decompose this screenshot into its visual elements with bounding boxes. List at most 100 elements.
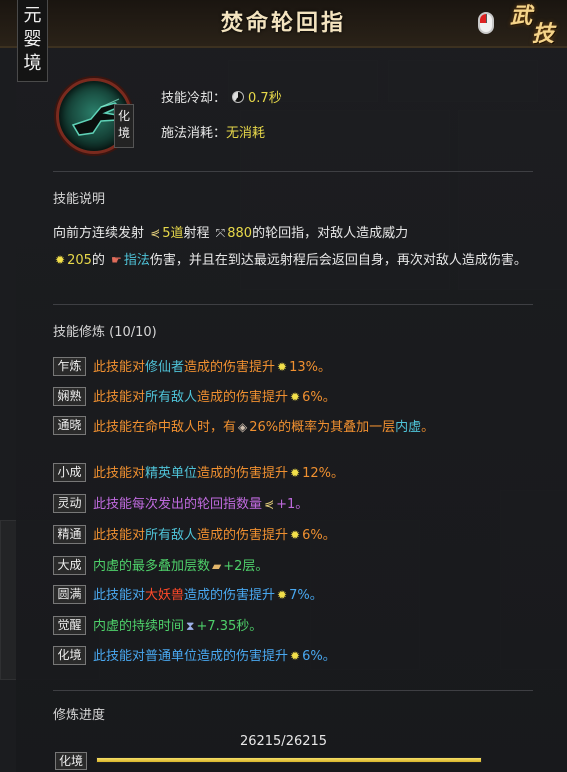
badge-char-1: 武 bbox=[510, 3, 533, 29]
paper-icon: ▰ bbox=[212, 559, 222, 573]
training-effect-text: 此技能对修仙者造成的伤害提升 ✹ 13%。 bbox=[93, 357, 538, 378]
training-title: 技能修炼 (10/10) bbox=[53, 325, 157, 340]
effect-text: 此技能对 bbox=[93, 360, 146, 375]
sun-icon: ✹ bbox=[290, 649, 301, 663]
desc-count: 5道 bbox=[162, 226, 184, 241]
cooldown-value: 0.7秒 bbox=[248, 91, 282, 106]
effect-target: 大妖兽 bbox=[145, 588, 185, 603]
training-effect-text: 内虚的持续时间 ⧗ +7.35秒。 bbox=[93, 616, 538, 637]
effect-text: 。 bbox=[421, 420, 435, 435]
training-tier-tag: 觉醒 bbox=[53, 616, 86, 635]
wuji-badge: 武 技 bbox=[504, 2, 564, 48]
effect-text: 此技能对 bbox=[93, 649, 146, 664]
training-effect-text: 此技能对大妖兽造成的伤害提升 ✹ 7%。 bbox=[93, 585, 538, 606]
divider bbox=[53, 304, 533, 305]
progress-title: 修炼进度 bbox=[53, 708, 106, 723]
training-tier-tag: 精通 bbox=[53, 525, 86, 544]
divider bbox=[53, 690, 533, 691]
progress-bar bbox=[96, 757, 482, 763]
training-tier-tag: 乍炼 bbox=[53, 357, 86, 376]
effect-text: 造成的伤害提升 bbox=[184, 588, 276, 603]
cooldown-row: 技能冷却： 0.7秒 bbox=[161, 87, 282, 106]
sun-icon: ✹ bbox=[290, 528, 301, 542]
progress-bar-fill bbox=[97, 758, 481, 762]
range-icon: ⤧ bbox=[215, 226, 226, 240]
skill-realm-tag: 化境 bbox=[114, 104, 134, 148]
training-effect-text: 此技能对所有敌人造成的伤害提升 ✹ 6%。 bbox=[93, 387, 538, 408]
training-tier-tag: 娴熟 bbox=[53, 387, 86, 406]
divider bbox=[53, 171, 533, 172]
description-title: 技能说明 bbox=[53, 192, 106, 207]
desc-text: 射程 bbox=[183, 226, 210, 241]
desc-power: 205 bbox=[67, 253, 92, 268]
effect-target: 修仙者 bbox=[145, 360, 185, 375]
effect-value: 6%。 bbox=[302, 649, 336, 664]
training-tier-tag: 灵动 bbox=[53, 494, 86, 513]
desc-text: 伤害，并且在到达最远射程后会返回自身，再次对敌人造成伤害。 bbox=[149, 253, 527, 268]
badge-char-2: 技 bbox=[532, 21, 555, 47]
training-effect-text: 此技能在命中敌人时，有 ◈ 26%的概率为其叠加一层内虚。 bbox=[93, 416, 538, 439]
effect-value: 7%。 bbox=[289, 588, 323, 603]
training-effect-text: 此技能对所有敌人造成的伤害提升 ✹ 6%。 bbox=[93, 525, 538, 546]
effect-text: 此技能对 bbox=[93, 390, 146, 405]
cost-value: 无消耗 bbox=[226, 126, 266, 141]
progress-realm-tag: 化境 bbox=[55, 752, 87, 770]
training-tier-tag: 通晓 bbox=[53, 416, 86, 435]
effect-value: 12%。 bbox=[302, 466, 345, 481]
training-tier-tag: 大成 bbox=[53, 556, 86, 575]
progress-value: 26215/26215 bbox=[239, 734, 328, 749]
cost-row: 施法消耗：无消耗 bbox=[161, 122, 265, 141]
cooldown-label: 技能冷却： bbox=[161, 91, 227, 106]
effect-text: 此技能对 bbox=[93, 588, 146, 603]
effect-text: 此技能对 bbox=[93, 466, 146, 481]
training-effect-text: 此技能对普通单位造成的伤害提升 ✹ 6%。 bbox=[93, 646, 538, 667]
effect-text: 此技能在命中敌人时，有 bbox=[93, 420, 237, 435]
effect-value: 26%的概率为其叠加一层 bbox=[249, 420, 396, 435]
tooltip-header: 焚命轮回指 武 技 bbox=[0, 0, 567, 48]
sun-icon: ✹ bbox=[290, 390, 301, 404]
effect-target: 所有敌人 bbox=[145, 390, 198, 405]
effect-text: 造成的伤害提升 bbox=[197, 390, 289, 405]
finger-icon: ☛ bbox=[111, 253, 122, 267]
training-tier-tag: 小成 bbox=[53, 463, 86, 482]
training-effect-text: 此技能每次发出的轮回指数量 ⋞ +1。 bbox=[93, 494, 538, 515]
sun-icon: ✹ bbox=[277, 588, 288, 602]
desc-damage-type: 指法 bbox=[123, 253, 150, 268]
effect-target: 内虚 bbox=[395, 420, 422, 435]
effect-text: 造成的伤害提升 bbox=[197, 649, 289, 664]
training-effect-text: 此技能对精英单位造成的伤害提升 ✹ 12%。 bbox=[93, 463, 538, 484]
desc-text: 向前方连续发射 bbox=[53, 226, 145, 241]
desc-text: 的 bbox=[91, 253, 105, 268]
effect-value: +2层。 bbox=[223, 559, 269, 574]
stone-icon: ◈ bbox=[238, 420, 248, 434]
effect-value: +7.35秒。 bbox=[196, 619, 263, 634]
effect-value: 6%。 bbox=[302, 528, 336, 543]
realm-char: 元 bbox=[23, 5, 42, 26]
effect-value: 13%。 bbox=[289, 360, 332, 375]
effect-text: 此技能每次发出的轮回指数量 bbox=[93, 497, 263, 512]
effect-target: 所有敌人 bbox=[145, 528, 198, 543]
effect-text: 内虚的最多叠加层数 bbox=[93, 559, 211, 574]
sun-icon: ✹ bbox=[277, 360, 288, 374]
realm-char: 境 bbox=[23, 53, 42, 74]
effect-text: 此技能对 bbox=[93, 528, 146, 543]
effect-text: 内虚的持续时间 bbox=[93, 619, 185, 634]
realm-tag: 元 婴 境 bbox=[17, 0, 48, 82]
effect-target: 普通单位 bbox=[145, 649, 198, 664]
training-tier-tag: 化境 bbox=[53, 646, 86, 665]
projectile-icon: ⋞ bbox=[150, 226, 161, 240]
effect-text: 造成的伤害提升 bbox=[197, 466, 289, 481]
sun-icon: ✹ bbox=[290, 466, 301, 480]
effect-text: 造成的伤害提升 bbox=[184, 360, 276, 375]
desc-text: 的轮回指，对敌人造成威力 bbox=[252, 226, 409, 241]
training-tier-tag: 圆满 bbox=[53, 585, 86, 604]
mouse-left-click-icon bbox=[478, 12, 494, 34]
skill-description: 向前方连续发射 ⋞ 5道射程 ⤧ 880的轮回指，对敌人造成威力 ✹ 205的 ☛ 指法… bbox=[53, 220, 543, 274]
realm-char: 婴 bbox=[23, 29, 42, 50]
effect-value: +1。 bbox=[276, 497, 309, 512]
hourglass-icon: ⧗ bbox=[186, 619, 195, 633]
desc-range: 880 bbox=[227, 226, 253, 241]
training-effect-text: 内虚的最多叠加层数 ▰ +2层。 bbox=[93, 556, 538, 577]
effect-text: 造成的伤害提升 bbox=[197, 528, 289, 543]
cost-label: 施法消耗： bbox=[161, 126, 227, 141]
